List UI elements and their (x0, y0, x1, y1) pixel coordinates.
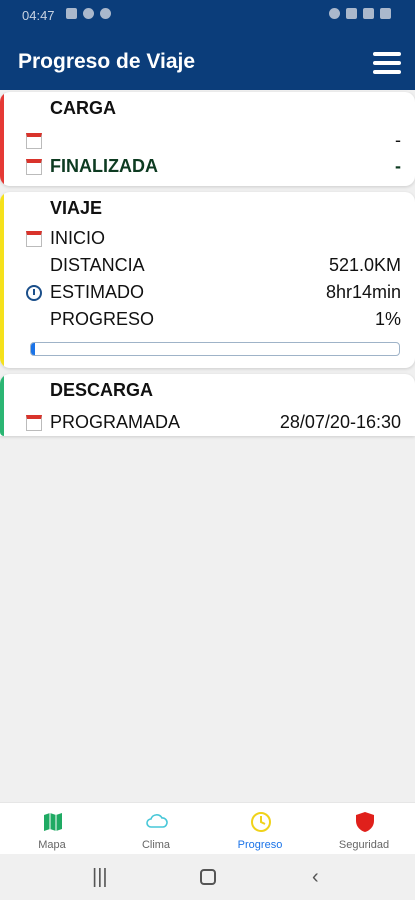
viaje-distancia-value: 521.0KM (328, 255, 401, 275)
progress-bar (30, 342, 400, 356)
map-icon (44, 813, 62, 831)
image-notification-icon (66, 8, 77, 19)
home-icon[interactable] (200, 869, 216, 885)
recent-apps-icon[interactable]: ||| (92, 866, 108, 889)
status-time: 04:47 (22, 8, 55, 23)
back-icon[interactable]: ‹ (312, 866, 319, 889)
status-left-icons (66, 8, 111, 19)
clock-icon (26, 285, 42, 301)
calendar-icon (26, 159, 42, 175)
system-nav-bar: ||| ‹ (0, 854, 415, 900)
carga-accent (0, 92, 4, 186)
clock-icon (251, 812, 271, 832)
viaje-title: VIAJE (50, 198, 103, 218)
viaje-progreso-value: 1% (374, 309, 401, 329)
status-bar: 04:47 (0, 0, 415, 34)
descarga-programada-value: 28/07/20-16:30 (279, 412, 401, 432)
tab-clima[interactable]: Clima (104, 803, 208, 855)
menu-line (373, 70, 401, 74)
viaje-estimado-value: 8hr14min (325, 282, 401, 302)
wifi-icon (346, 8, 357, 19)
descarga-title: DESCARGA (50, 380, 154, 400)
viaje-row-estimado: ESTIMADO 8hr14min (26, 280, 401, 304)
descarga-row-programada: PROGRAMADA 28/07/20-16:30 (26, 410, 401, 434)
viaje-row-inicio: INICIO (26, 226, 401, 250)
viaje-estimado-label: ESTIMADO (50, 282, 145, 302)
carga-title: CARGA (50, 98, 116, 118)
viaje-row-progreso: PROGRESO 1% (26, 307, 401, 331)
viaje-accent (0, 192, 4, 368)
descarga-accent (0, 374, 4, 436)
viaje-row-distancia: DISTANCIA 521.0KM (26, 253, 401, 277)
blocked-icon (100, 8, 111, 19)
bottom-nav: Mapa Clima Progreso Seguridad (0, 802, 415, 854)
tab-progreso[interactable]: Progreso (208, 803, 312, 855)
viaje-inicio-label: INICIO (50, 228, 106, 248)
location-icon (83, 8, 94, 19)
tab-mapa-label: Mapa (38, 839, 66, 851)
carga-start-value: - (395, 130, 401, 150)
viaje-card: VIAJE INICIO DISTANCIA 521.0KM ESTIMADO … (0, 192, 415, 368)
descarga-card: DESCARGA PROGRAMADA 28/07/20-16:30 (0, 374, 415, 436)
viaje-distancia-label: DISTANCIA (50, 255, 145, 275)
menu-line (373, 52, 401, 56)
app-bar: Progreso de Viaje (0, 34, 415, 90)
descarga-programada-label: PROGRAMADA (50, 412, 181, 432)
carga-row-start: - (26, 128, 401, 152)
calendar-icon (26, 231, 42, 247)
calendar-icon (26, 415, 42, 431)
signal-icon (363, 8, 374, 19)
menu-line (373, 61, 401, 65)
shield-icon (356, 812, 374, 832)
carga-finalizada-value: - (395, 156, 401, 176)
tab-clima-label: Clima (141, 839, 171, 851)
calendar-icon (26, 133, 42, 149)
viaje-progreso-label: PROGRESO (50, 309, 155, 329)
alarm-icon (329, 8, 340, 19)
cloud-icon (146, 814, 168, 828)
tab-seguridad-label: Seguridad (338, 839, 390, 851)
menu-icon[interactable] (373, 52, 401, 74)
page-title: Progreso de Viaje (18, 50, 196, 73)
tab-mapa[interactable]: Mapa (0, 803, 104, 855)
carga-finalizada-label: FINALIZADA (50, 156, 158, 176)
carga-card: CARGA - FINALIZADA - (0, 92, 415, 186)
tab-progreso-label: Progreso (237, 839, 283, 851)
progress-fill (31, 343, 35, 355)
carga-row-finalizada: FINALIZADA - (26, 154, 401, 178)
battery-icon (380, 8, 391, 19)
tab-seguridad[interactable]: Seguridad (312, 803, 415, 855)
status-right-icons (329, 8, 391, 19)
